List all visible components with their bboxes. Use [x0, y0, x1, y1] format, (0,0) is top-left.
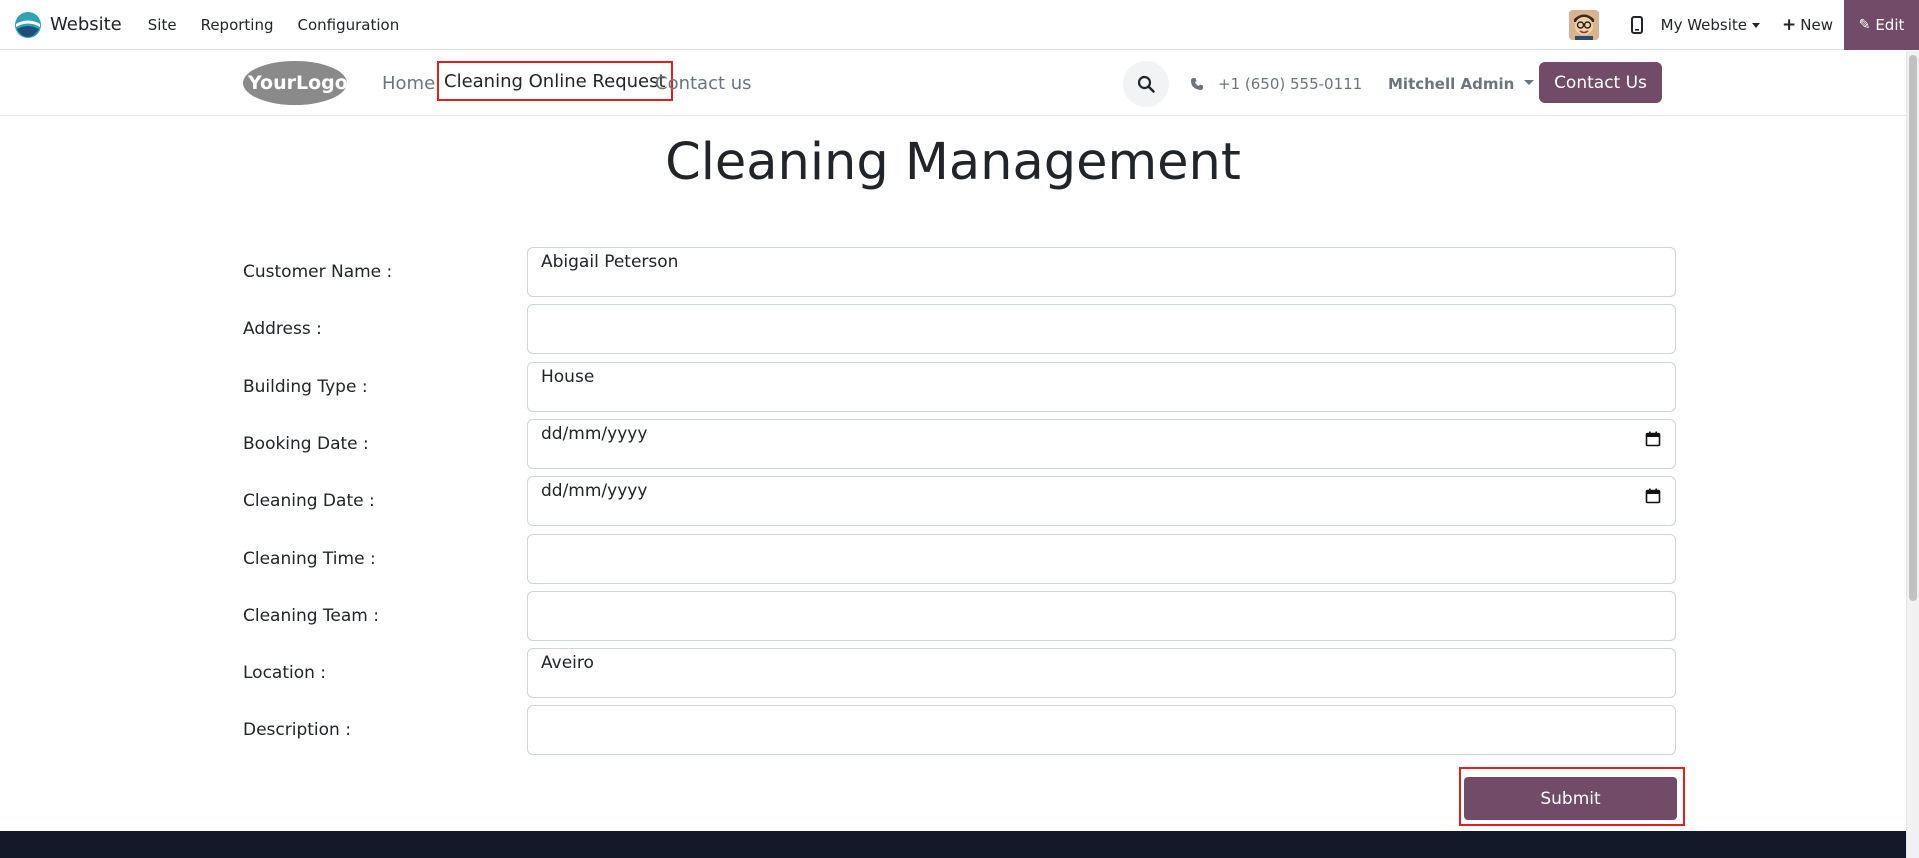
logo-text: YourLogo [247, 72, 348, 94]
booking-date-value: dd/mm/yyyy [541, 424, 648, 444]
menu-site[interactable]: Site [136, 16, 189, 34]
user-avatar[interactable] [1568, 10, 1599, 40]
nav-contact-us[interactable]: Contact us [655, 51, 752, 116]
location-value: Aveiro [541, 653, 594, 673]
nav-home[interactable]: Home [382, 51, 435, 116]
calendar-icon[interactable] [1645, 431, 1661, 447]
address-input[interactable] [527, 304, 1676, 354]
nav-cleaning-online-request[interactable]: Cleaning Online Request [437, 61, 673, 101]
cleaning-date-label: Cleaning Date : [243, 491, 375, 511]
caret-down-icon [1752, 22, 1761, 28]
app-brand[interactable]: Website [14, 11, 122, 39]
cleaning-date-input[interactable]: dd/mm/yyyy [527, 476, 1676, 526]
page-scrollbar[interactable] [1906, 51, 1919, 858]
nav-cleaning-label: Cleaning Online Request [444, 70, 666, 92]
form-row-cleaning-time: Cleaning Time : [0, 534, 1906, 584]
plus-icon: + [1782, 15, 1797, 35]
calendar-icon[interactable] [1645, 488, 1661, 504]
booking-date-label: Booking Date : [243, 434, 369, 454]
description-label: Description : [243, 720, 351, 740]
submit-button[interactable]: Submit [1464, 777, 1677, 820]
address-label: Address : [243, 319, 322, 339]
customer-name-value: Abigail Peterson [541, 252, 679, 272]
contact-us-button-label: Contact Us [1554, 72, 1647, 93]
form-row-address: Address : [0, 304, 1906, 354]
website-selector-label: My Website [1660, 16, 1748, 34]
cleaning-time-input[interactable] [527, 534, 1676, 584]
customer-name-input[interactable]: Abigail Peterson [527, 247, 1676, 297]
contact-us-button[interactable]: Contact Us [1539, 62, 1662, 103]
phone-contact[interactable]: +1 (650) 555-0111 [1190, 51, 1362, 116]
form-row-building-type: Building Type : House [0, 362, 1906, 412]
form-row-location: Location : Aveiro [0, 648, 1906, 698]
location-label: Location : [243, 663, 327, 683]
building-type-label: Building Type : [243, 377, 368, 397]
cleaning-time-label: Cleaning Time : [243, 549, 376, 569]
caret-down-icon [1524, 79, 1535, 85]
building-type-input[interactable]: House [527, 362, 1676, 412]
cleaning-date-value: dd/mm/yyyy [541, 481, 648, 501]
mobile-preview-icon[interactable] [1627, 13, 1647, 37]
nav-home-label: Home [382, 73, 436, 94]
form-row-cleaning-team: Cleaning Team : [0, 591, 1906, 641]
scrollbar-thumb[interactable] [1909, 55, 1917, 601]
menu-configuration[interactable]: Configuration [286, 16, 412, 34]
new-button[interactable]: + New [1782, 15, 1833, 35]
edit-button[interactable]: ✎ Edit [1844, 0, 1919, 50]
pencil-icon: ✎ [1858, 17, 1871, 33]
avatar-face-icon [1568, 10, 1599, 40]
page-title: Cleaning Management [665, 133, 1241, 192]
search-button[interactable] [1123, 61, 1169, 107]
website-app-icon [15, 11, 41, 38]
search-icon [1137, 75, 1155, 93]
edit-button-label: Edit [1875, 16, 1905, 34]
cleaning-team-label: Cleaning Team : [243, 606, 379, 626]
page-footer [0, 831, 1906, 858]
menu-reporting[interactable]: Reporting [189, 16, 286, 34]
nav-contact-label: Contact us [655, 73, 752, 94]
submit-button-label: Submit [1540, 788, 1601, 809]
cleaning-team-input[interactable] [527, 591, 1676, 641]
phone-number: +1 (650) 555-0111 [1218, 74, 1363, 93]
booking-date-input[interactable]: dd/mm/yyyy [527, 419, 1676, 469]
form-row-booking-date: Booking Date : dd/mm/yyyy [0, 419, 1906, 469]
admin-menu: Site Reporting Configuration [136, 16, 411, 34]
phone-icon [1191, 77, 1203, 90]
user-menu[interactable]: Mitchell Admin [1388, 51, 1535, 116]
admin-navbar: Website Site Reporting Configuration My … [0, 0, 1919, 50]
form-row-cleaning-date: Cleaning Date : dd/mm/yyyy [0, 476, 1906, 526]
new-button-label: New [1800, 16, 1833, 34]
building-type-value: House [541, 367, 595, 387]
submit-highlight-box: Submit [1459, 767, 1685, 826]
user-name: Mitchell Admin [1388, 74, 1515, 93]
website-header: YourLogo Home Cleaning Online Request Co… [0, 51, 1906, 116]
app-name: Website [50, 14, 122, 35]
website-selector[interactable]: My Website [1660, 16, 1761, 34]
location-input[interactable]: Aveiro [527, 648, 1676, 698]
description-input[interactable] [527, 705, 1676, 755]
admin-right-tools: My Website + New ✎ Edit [1568, 0, 1919, 50]
site-logo[interactable]: YourLogo [242, 60, 348, 106]
form-row-description: Description : [0, 705, 1906, 755]
form-row-customer-name: Customer Name : Abigail Peterson [0, 247, 1906, 297]
customer-name-label: Customer Name : [243, 262, 393, 282]
